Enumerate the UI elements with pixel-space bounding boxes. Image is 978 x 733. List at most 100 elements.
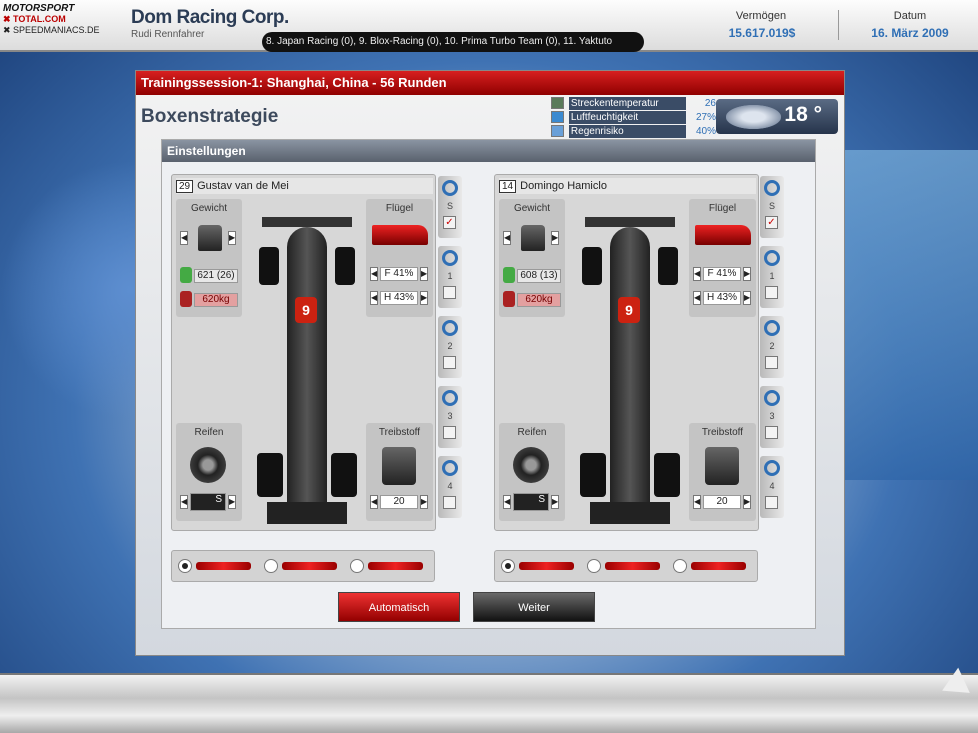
stint-tab[interactable]: 4 — [760, 456, 784, 518]
stint-label: 4 — [769, 481, 775, 491]
strategy-radio[interactable] — [501, 559, 515, 573]
stint-tab[interactable]: S ✓ — [438, 176, 462, 238]
rear-wing-decrease-button[interactable]: ◀ — [370, 291, 378, 305]
strategy-radio[interactable] — [350, 559, 364, 573]
fuel-value: 20 — [380, 495, 418, 509]
weather-value: 26 — [704, 97, 716, 109]
front-wing-decrease-button[interactable]: ◀ — [693, 267, 701, 281]
stint-label: 2 — [769, 341, 775, 351]
car-body — [610, 227, 650, 517]
stint-label: 1 — [447, 271, 453, 281]
weather-label: Streckentemperatur — [568, 96, 687, 110]
automatic-button[interactable]: Automatisch — [338, 592, 460, 622]
refresh-icon — [764, 320, 780, 336]
refresh-icon — [442, 320, 458, 336]
weight-icon — [521, 225, 545, 251]
refresh-icon — [764, 390, 780, 406]
race-car-image: 9 — [580, 217, 680, 527]
weight-label: Gewicht — [190, 203, 228, 214]
rear-wing-increase-button[interactable]: ▶ — [420, 291, 428, 305]
car-number: 9 — [618, 297, 640, 323]
logo-line: ✖ TOTAL.COM — [3, 14, 66, 24]
rear-wing-value: H 43% — [703, 291, 741, 305]
fuel-decrease-button[interactable]: ◀ — [370, 495, 378, 509]
money-label: Vermögen — [735, 10, 787, 22]
motorsport-logo: MOTORSPORT ✖ TOTAL.COM ✖ SPEEDMANIACS.DE — [3, 3, 128, 43]
stint-label: S — [768, 201, 775, 211]
stint-tab[interactable]: S ✓ — [760, 176, 784, 238]
stint-checkbox[interactable] — [443, 496, 456, 509]
strategy-radio[interactable] — [587, 559, 601, 573]
stint-checkbox[interactable] — [765, 426, 778, 439]
refresh-icon — [764, 180, 780, 196]
weight-icon — [198, 225, 222, 251]
stint-checkbox[interactable] — [765, 496, 778, 509]
stint-label: 3 — [447, 411, 453, 421]
weight-increase-button[interactable]: ▶ — [551, 231, 559, 245]
continue-button[interactable]: Weiter — [473, 592, 595, 622]
stint-tab[interactable]: 1 — [760, 246, 784, 308]
car-rear-wing — [590, 502, 670, 524]
weather-label: Luftfeuchtigkeit — [568, 110, 687, 124]
front-wing-increase-button[interactable]: ▶ — [743, 267, 751, 281]
car-wheel — [580, 453, 606, 497]
wing-label: Flügel — [708, 203, 737, 214]
refresh-icon — [442, 460, 458, 476]
divider — [838, 10, 839, 40]
strategy-radio[interactable] — [673, 559, 687, 573]
fuel-can-icon — [382, 447, 416, 485]
stint-checkbox[interactable]: ✓ — [443, 216, 456, 229]
stint-tab[interactable]: 4 — [438, 456, 462, 518]
car-icon — [691, 562, 746, 570]
refresh-icon — [764, 250, 780, 266]
thermometer-icon — [551, 97, 564, 109]
rear-wing-increase-button[interactable]: ▶ — [743, 291, 751, 305]
tyre-increase-button[interactable]: ▶ — [551, 495, 559, 509]
stint-tab[interactable]: 2 — [438, 316, 462, 378]
stint-tab[interactable]: 1 — [438, 246, 462, 308]
tyre-icon — [190, 447, 226, 483]
stint-checkbox[interactable]: ✓ — [765, 216, 778, 229]
weight-decrease-button[interactable]: ◀ — [503, 231, 511, 245]
tyre-decrease-button[interactable]: ◀ — [503, 495, 511, 509]
stint-tab[interactable]: 3 — [760, 386, 784, 448]
stint-tab[interactable]: 3 — [438, 386, 462, 448]
stint-tab[interactable]: 2 — [760, 316, 784, 378]
car-icon — [605, 562, 660, 570]
weather-row: Regenrisiko 40% — [551, 124, 716, 138]
front-wing-increase-button[interactable]: ▶ — [420, 267, 428, 281]
strategy-radio[interactable] — [178, 559, 192, 573]
weight-box: Gewicht ◀ ▶ 621 (26) 620kg — [176, 199, 242, 317]
car-wheel — [654, 453, 680, 497]
stint-label: 2 — [447, 341, 453, 351]
car-front-wing — [585, 217, 675, 227]
fuel-increase-button[interactable]: ▶ — [743, 495, 751, 509]
temperature-display: 18 ° — [716, 99, 838, 134]
stint-checkbox[interactable] — [443, 426, 456, 439]
refresh-icon — [442, 250, 458, 266]
front-wing-value: F 41% — [703, 267, 741, 281]
fuel-increase-button[interactable]: ▶ — [420, 495, 428, 509]
tyre-box: Reifen ◀ S ▶ — [499, 423, 565, 521]
strategy-radio[interactable] — [264, 559, 278, 573]
driver-name: Domingo Hamiclo — [520, 180, 607, 192]
rear-wing-decrease-button[interactable]: ◀ — [693, 291, 701, 305]
weather-row: Luftfeuchtigkeit 27% — [551, 110, 716, 124]
stint-checkbox[interactable] — [443, 286, 456, 299]
weight-increase-button[interactable]: ▶ — [228, 231, 236, 245]
stint-checkbox[interactable] — [765, 286, 778, 299]
bottom-bar — [0, 673, 978, 733]
stint-checkbox[interactable] — [765, 356, 778, 369]
weight-decrease-button[interactable]: ◀ — [180, 231, 188, 245]
car-wheel — [335, 247, 355, 285]
tyre-decrease-button[interactable]: ◀ — [180, 495, 188, 509]
fuel-decrease-button[interactable]: ◀ — [693, 495, 701, 509]
tyre-increase-button[interactable]: ▶ — [228, 495, 236, 509]
front-wing-decrease-button[interactable]: ◀ — [370, 267, 378, 281]
stint-checkbox[interactable] — [443, 356, 456, 369]
weight-value: 621 (26) — [194, 269, 238, 283]
car-wheel — [257, 453, 283, 497]
window-title: Trainingssession-1: Shanghai, China - 56… — [136, 71, 844, 95]
driver-card: 14 Domingo Hamiclo Gewicht ◀ ▶ 608 (13) … — [494, 174, 759, 531]
fuel-value: 20 — [703, 495, 741, 509]
